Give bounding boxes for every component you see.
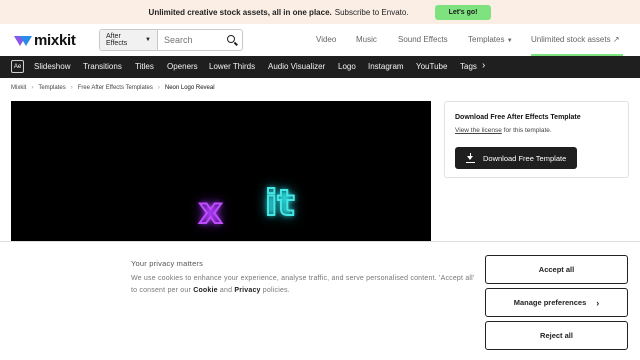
reject-all-button[interactable]: Reject all bbox=[485, 321, 628, 350]
reject-all-label: Reject all bbox=[540, 331, 573, 340]
category-titles[interactable]: Titles bbox=[135, 62, 154, 71]
chevron-right-icon: › bbox=[70, 85, 73, 91]
download-button-label: Download Free Template bbox=[483, 153, 567, 163]
neon-letter-x: x bbox=[198, 190, 223, 233]
breadcrumb-mixkit[interactable]: Mixkit bbox=[11, 85, 26, 91]
chevron-right-icon: › bbox=[596, 297, 600, 308]
cookie-policy-link[interactable]: Cookie bbox=[193, 287, 218, 294]
search-icon[interactable] bbox=[224, 32, 240, 48]
caret-down-icon: ▼ bbox=[145, 37, 151, 43]
site-header: mixkit After Effects ▼ Video Music Sound… bbox=[0, 24, 640, 56]
category-openers[interactable]: Openers bbox=[167, 62, 198, 71]
promo-banner: Unlimited creative stock assets, all in … bbox=[0, 0, 640, 24]
category-audio-visualizer[interactable]: Audio Visualizer bbox=[268, 62, 325, 71]
category-tags[interactable]: Tags bbox=[460, 62, 477, 71]
nav-templates[interactable]: Templates ▼ bbox=[468, 35, 513, 44]
license-line: View the license for this template. bbox=[455, 127, 552, 134]
nav-sound-effects[interactable]: Sound Effects bbox=[398, 35, 448, 44]
manage-preferences-button[interactable]: Manage preferences › bbox=[485, 288, 628, 317]
category-slideshow[interactable]: Slideshow bbox=[34, 62, 70, 71]
nav-unlimited-stock-assets[interactable]: Unlimited stock assets ↗ bbox=[531, 35, 620, 44]
accept-all-label: Accept all bbox=[538, 265, 575, 274]
neon-letters-it: it bbox=[264, 182, 296, 225]
nav-templates-label: Templates bbox=[468, 35, 505, 44]
chevron-right-icon: › bbox=[31, 85, 34, 91]
breadcrumb-current: Neon Logo Reveal bbox=[164, 85, 215, 91]
consent-text: We use cookies to enhance your experienc… bbox=[131, 273, 475, 297]
search-category-select[interactable]: After Effects ▼ bbox=[100, 30, 158, 50]
promo-lead: Unlimited creative stock assets, all in … bbox=[148, 7, 332, 17]
external-link-icon: ↗ bbox=[612, 35, 620, 44]
search-bar: After Effects ▼ bbox=[99, 29, 243, 51]
category-youtube[interactable]: YouTube bbox=[416, 62, 447, 71]
download-title: Download Free After Effects Template bbox=[455, 114, 581, 121]
nav-video[interactable]: Video bbox=[316, 35, 336, 44]
nav-unlimited-label: Unlimited stock assets bbox=[531, 35, 611, 44]
search-input[interactable] bbox=[158, 35, 224, 45]
nav-music[interactable]: Music bbox=[356, 35, 377, 44]
chevron-right-icon: › bbox=[157, 85, 160, 91]
license-suffix: for this template. bbox=[503, 127, 552, 134]
mixkit-logo[interactable]: mixkit bbox=[14, 32, 76, 49]
consent-body: We use cookies to enhance your experienc… bbox=[131, 275, 475, 294]
download-icon bbox=[466, 153, 475, 163]
view-license-link[interactable]: View the license bbox=[455, 127, 502, 134]
consent-and: and bbox=[219, 287, 233, 294]
category-transitions[interactable]: Transitions bbox=[83, 62, 122, 71]
promo-text: Subscribe to Envato. bbox=[334, 7, 409, 17]
after-effects-icon: Ae bbox=[11, 60, 24, 73]
category-instagram[interactable]: Instagram bbox=[368, 62, 404, 71]
breadcrumb-templates[interactable]: Templates bbox=[38, 85, 65, 91]
download-card: Download Free After Effects Template Vie… bbox=[444, 101, 629, 178]
cookie-consent-panel: Your privacy matters We use cookies to e… bbox=[0, 241, 640, 360]
caret-down-icon: ▼ bbox=[506, 38, 513, 44]
breadcrumb-free-ae-templates[interactable]: Free After Effects Templates bbox=[78, 85, 153, 91]
category-logo[interactable]: Logo bbox=[338, 62, 356, 71]
mixkit-logo-icon bbox=[14, 34, 32, 48]
consent-title: Your privacy matters bbox=[131, 259, 204, 268]
category-bar: Ae Slideshow Transitions Titles Openers … bbox=[0, 56, 640, 78]
video-preview-player[interactable]: x it bbox=[11, 101, 431, 251]
download-template-button[interactable]: Download Free Template bbox=[455, 147, 577, 169]
manage-preferences-label: Manage preferences bbox=[513, 298, 587, 307]
search-category-label: After Effects bbox=[106, 33, 128, 47]
accept-all-button[interactable]: Accept all bbox=[485, 255, 628, 284]
consent-policies: policies. bbox=[262, 287, 290, 294]
chevron-right-icon[interactable]: › bbox=[482, 60, 485, 71]
category-lower-thirds[interactable]: Lower Thirds bbox=[209, 62, 255, 71]
breadcrumb: Mixkit › Templates › Free After Effects … bbox=[11, 85, 215, 91]
promo-cta-button[interactable]: Let's go! bbox=[434, 4, 492, 20]
logo-text: mixkit bbox=[34, 32, 76, 49]
privacy-policy-link[interactable]: Privacy bbox=[234, 287, 260, 294]
